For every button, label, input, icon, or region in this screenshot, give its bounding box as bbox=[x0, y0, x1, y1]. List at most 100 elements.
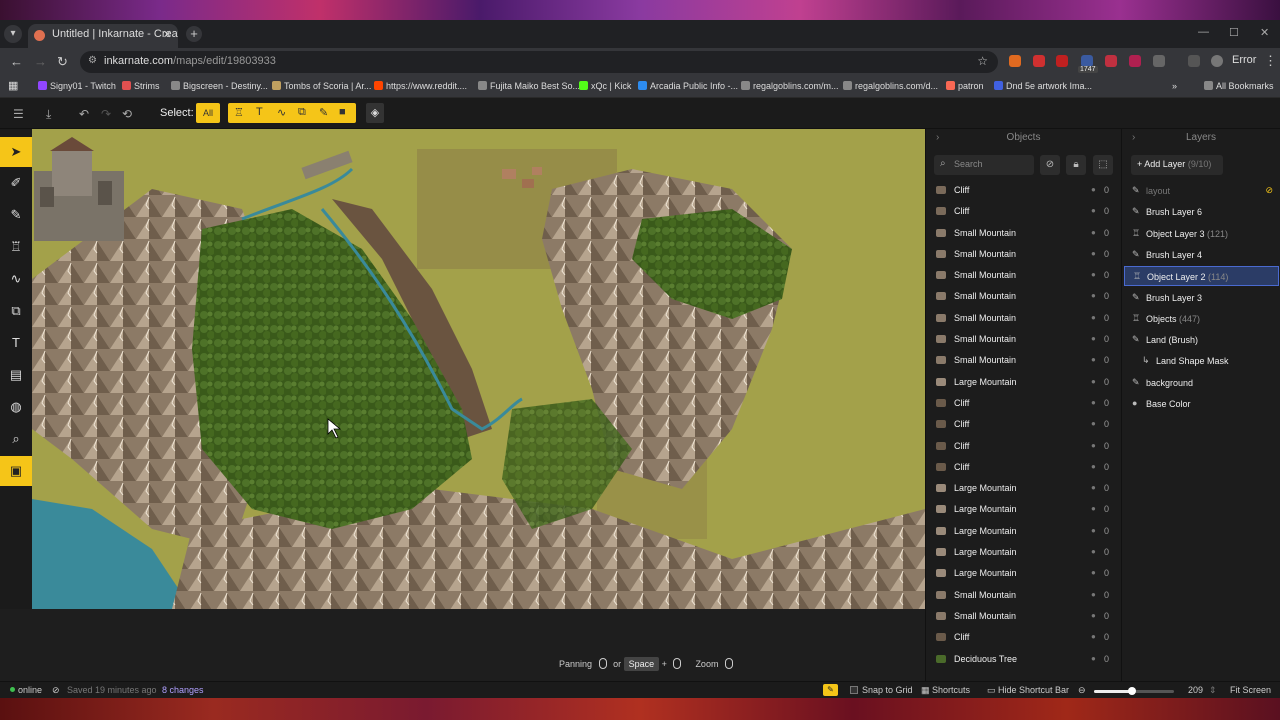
object-list-item[interactable]: Large Mountain ● 0 bbox=[926, 521, 1121, 542]
bookmark-item[interactable]: https://www.reddit.... bbox=[374, 81, 467, 91]
visibility-dot-icon[interactable]: ● bbox=[1091, 249, 1096, 258]
object-list-item[interactable]: Small Mountain ● 0 bbox=[926, 329, 1121, 350]
object-filter-icon[interactable]: ♖ bbox=[234, 106, 244, 119]
save-icon[interactable]: ▣ bbox=[0, 456, 32, 486]
document-tool-icon[interactable]: ▤ bbox=[0, 360, 32, 390]
object-list-item[interactable]: Cliff ● 0 bbox=[926, 627, 1121, 648]
snap-to-grid-toggle[interactable]: Snap to Grid bbox=[850, 685, 913, 695]
visibility-dot-icon[interactable]: ● bbox=[1091, 632, 1096, 641]
layer-item[interactable]: ♖ Object Layer 3 (121) bbox=[1124, 224, 1279, 244]
object-list-item[interactable]: Small Mountain ● 0 bbox=[926, 265, 1121, 286]
layer-item[interactable]: ● Base Color bbox=[1124, 394, 1279, 414]
chevron-right-icon[interactable]: › bbox=[936, 129, 939, 147]
layer-item[interactable]: ♖ Objects (447) bbox=[1124, 309, 1279, 329]
media-icon[interactable] bbox=[1188, 55, 1200, 67]
visibility-dot-icon[interactable]: ● bbox=[1091, 398, 1096, 407]
bookmark-item[interactable]: Dnd 5e artwork Ima... bbox=[994, 81, 1092, 91]
object-list-item[interactable]: Cliff ● 0 bbox=[926, 180, 1121, 201]
select-area-icon[interactable]: ⬚ bbox=[1093, 155, 1113, 175]
zoom-slider-thumb[interactable] bbox=[1128, 687, 1137, 695]
path-tool-icon[interactable]: ∿ bbox=[0, 264, 32, 294]
extension-icon[interactable] bbox=[1009, 55, 1021, 67]
visibility-dot-icon[interactable]: ● bbox=[1091, 228, 1096, 237]
browser-tab[interactable]: Untitled | Inkarnate - Create Fa ✕ bbox=[28, 24, 178, 48]
hamburger-menu-icon[interactable]: ☰ bbox=[13, 107, 24, 121]
site-info-icon[interactable]: ⚙ bbox=[88, 55, 97, 66]
globe-tool-icon[interactable]: ◍ bbox=[0, 392, 32, 422]
bookmark-star-icon[interactable]: ☆ bbox=[977, 54, 988, 68]
bookmark-item[interactable]: Arcadia Public Info -... bbox=[638, 81, 738, 91]
visibility-dot-icon[interactable]: ● bbox=[1091, 654, 1096, 663]
object-list-item[interactable]: Large Mountain ● 0 bbox=[926, 542, 1121, 563]
fill-filter-icon[interactable]: ■ bbox=[339, 106, 346, 118]
visibility-dot-icon[interactable]: ● bbox=[1091, 377, 1096, 386]
object-search-input[interactable]: ⌕ Search bbox=[934, 155, 1034, 175]
visibility-dot-icon[interactable]: ● bbox=[1091, 483, 1096, 492]
visibility-dot-icon[interactable]: ● bbox=[1091, 590, 1096, 599]
zoom-out-icon[interactable]: ⊖ bbox=[1078, 685, 1086, 696]
text-tool-icon[interactable]: T bbox=[0, 328, 32, 358]
visibility-dot-icon[interactable]: ● bbox=[1091, 419, 1096, 428]
visibility-dot-icon[interactable]: ● bbox=[1091, 206, 1096, 215]
object-list-item[interactable]: Small Mountain ● 0 bbox=[926, 223, 1121, 244]
extensions-puzzle-icon[interactable] bbox=[1153, 55, 1165, 67]
text-filter-icon[interactable]: T bbox=[256, 106, 263, 118]
visibility-dot-icon[interactable]: ● bbox=[1091, 334, 1096, 343]
bookmark-item[interactable]: patron bbox=[946, 81, 984, 91]
shape-filter-icon[interactable]: ⧉ bbox=[298, 106, 306, 119]
layers-toggle-icon[interactable]: ◈ bbox=[366, 103, 384, 123]
object-list-item[interactable]: Cliff ● 0 bbox=[926, 436, 1121, 457]
brush-filter-icon[interactable]: ✎ bbox=[319, 106, 328, 119]
layer-item[interactable]: ✎ layout ⊘ bbox=[1124, 181, 1279, 201]
adblock-extension-icon[interactable] bbox=[1056, 55, 1068, 67]
object-list-item[interactable]: Small Mountain ● 0 bbox=[926, 286, 1121, 307]
brush-tool-icon[interactable]: ✎ bbox=[0, 200, 32, 230]
layer-item[interactable]: ✎ Land (Brush) bbox=[1124, 330, 1279, 350]
bookmark-item[interactable]: Signy01 - Twitch bbox=[38, 81, 116, 91]
select-tool-icon[interactable]: ➤ bbox=[0, 137, 32, 167]
object-list-item[interactable]: Small Mountain ● 0 bbox=[926, 606, 1121, 627]
bookmark-item[interactable]: regalgoblins.com/d... bbox=[843, 81, 938, 91]
object-list-item[interactable]: Small Mountain ● 0 bbox=[926, 244, 1121, 265]
extension-icon[interactable] bbox=[1129, 55, 1141, 67]
zoom-slider[interactable] bbox=[1094, 687, 1174, 695]
window-close-icon[interactable]: ✕ bbox=[1260, 26, 1269, 39]
visibility-dot-icon[interactable]: ● bbox=[1091, 355, 1096, 364]
extension-icon[interactable] bbox=[1033, 55, 1045, 67]
visibility-dot-icon[interactable]: ● bbox=[1091, 568, 1096, 577]
visibility-dot-icon[interactable]: ● bbox=[1091, 185, 1096, 194]
visibility-dot-icon[interactable]: ● bbox=[1091, 504, 1096, 513]
zoom-tool-icon[interactable]: ⌕ bbox=[0, 424, 32, 454]
maximize-icon[interactable]: ☐ bbox=[1229, 26, 1239, 39]
object-list-item[interactable]: Large Mountain ● 0 bbox=[926, 499, 1121, 520]
map-canvas[interactable] bbox=[32, 129, 925, 609]
snap-checkbox[interactable] bbox=[850, 686, 858, 694]
apps-grid-icon[interactable]: ▦ bbox=[8, 79, 18, 92]
hidden-eye-icon[interactable]: ⊘ bbox=[1265, 185, 1273, 196]
visibility-dot-icon[interactable]: ● bbox=[1091, 313, 1096, 322]
zoom-value[interactable]: 209 bbox=[1188, 685, 1203, 695]
minimize-icon[interactable]: — bbox=[1198, 26, 1209, 38]
object-list-item[interactable]: Large Mountain ● 0 bbox=[926, 478, 1121, 499]
all-bookmarks[interactable]: All Bookmarks bbox=[1204, 81, 1274, 91]
eyedropper-tool-icon[interactable]: ✐ bbox=[0, 168, 32, 198]
changes-count[interactable]: 8 changes bbox=[162, 685, 204, 695]
shortcuts-button[interactable]: ▦ Shortcuts bbox=[921, 685, 970, 696]
object-list-item[interactable]: Large Mountain ● 0 bbox=[926, 563, 1121, 584]
select-all-filter-button[interactable]: All bbox=[196, 103, 220, 123]
more-menu-icon[interactable]: ⋮ bbox=[1264, 53, 1277, 69]
close-icon[interactable]: ✕ bbox=[163, 28, 172, 41]
forward-arrow-icon[interactable]: → bbox=[34, 54, 47, 69]
fit-screen-button[interactable]: Fit Screen bbox=[1230, 685, 1271, 695]
hide-visibility-icon[interactable]: ⊘ bbox=[1040, 155, 1060, 175]
visibility-dot-icon[interactable]: ● bbox=[1091, 291, 1096, 300]
visibility-dot-icon[interactable]: ● bbox=[1091, 526, 1096, 535]
reload-icon[interactable]: ↻ bbox=[57, 54, 68, 70]
bookmark-item[interactable]: xQc | Kick bbox=[579, 81, 631, 91]
layer-item[interactable]: ♖ Object Layer 2 (114) bbox=[1124, 266, 1279, 287]
redo-icon[interactable]: ↷ bbox=[101, 107, 111, 121]
bookmark-item[interactable]: Fujita Maiko Best So... bbox=[478, 81, 580, 91]
object-tool-icon[interactable]: ♖ bbox=[0, 232, 32, 262]
object-list-item[interactable]: Cliff ● 0 bbox=[926, 457, 1121, 478]
profile-error-button[interactable]: Error bbox=[1232, 54, 1256, 66]
